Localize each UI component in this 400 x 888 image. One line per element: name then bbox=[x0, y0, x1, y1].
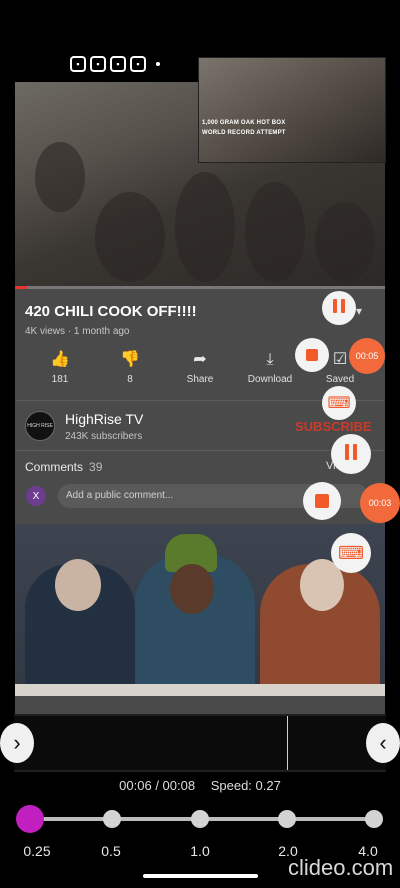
saved-label: Saved bbox=[325, 374, 355, 385]
speed-label: 1.0 bbox=[190, 843, 210, 859]
pause-icon bbox=[331, 298, 347, 318]
table-surface bbox=[15, 684, 385, 696]
pip-caption: WORLD RECORD ATTEMPT bbox=[202, 130, 286, 136]
trim-left-handle[interactable]: › bbox=[0, 723, 34, 763]
notification-icon: ▪ bbox=[110, 56, 126, 72]
notification-icon: ▪ bbox=[70, 56, 86, 72]
speed-stop-0.5[interactable] bbox=[103, 810, 121, 828]
home-indicator[interactable] bbox=[143, 874, 258, 878]
like-count: 181 bbox=[51, 374, 69, 385]
pause-icon bbox=[343, 443, 359, 465]
pause-button[interactable] bbox=[322, 291, 356, 325]
notification-icon: ▪ bbox=[90, 56, 106, 72]
stop-icon bbox=[315, 494, 329, 508]
subscribe-button[interactable]: SUBSCRIBE bbox=[295, 419, 372, 434]
recording-timer: 00:03 bbox=[360, 483, 400, 523]
trim-right-handle[interactable]: ‹ bbox=[366, 723, 400, 763]
video-progress-bar[interactable] bbox=[15, 286, 385, 289]
speed-stop-2.0[interactable] bbox=[278, 810, 296, 828]
watermark: clideo.com bbox=[288, 855, 394, 880]
divider bbox=[15, 450, 385, 451]
chevron-right-icon: › bbox=[13, 730, 21, 755]
speed-stop-4.0[interactable] bbox=[365, 810, 383, 828]
camera-icon: ⌨ bbox=[327, 395, 351, 412]
avatar: X bbox=[26, 486, 46, 506]
time-readout: 00:06 / 00:08 bbox=[119, 778, 196, 793]
share-icon: ➦ bbox=[193, 351, 207, 368]
speed-stop-0.25[interactable] bbox=[16, 805, 44, 833]
speed-label: 0.25 bbox=[23, 843, 51, 859]
channel-logo[interactable]: HIGH RISE bbox=[25, 411, 55, 441]
speed-readout: Speed: 0.27 bbox=[210, 778, 281, 793]
picture-in-picture-video[interactable]: 1,000 GRAM OAK HOT BOX WORLD RECORD ATTE… bbox=[198, 57, 386, 163]
comments-header[interactable]: Comments 39 bbox=[25, 460, 102, 474]
video-title[interactable]: 420 CHILI COOK OFF!!!! bbox=[25, 303, 197, 320]
time-info: 00:06 / 00:08 Speed: 0.27 bbox=[0, 778, 400, 793]
dislike-count: 8 bbox=[127, 374, 133, 385]
like-button[interactable]: 👍 181 bbox=[25, 350, 95, 385]
speed-stop-1.0[interactable] bbox=[191, 810, 209, 828]
stop-icon bbox=[306, 349, 318, 361]
channel-subscribers: 243K subscribers bbox=[65, 431, 143, 442]
download-label: Download bbox=[247, 374, 293, 385]
recording-timer: 00:05 bbox=[349, 338, 385, 374]
comments-label: Comments bbox=[25, 460, 84, 474]
chevron-down-icon[interactable]: ▾ bbox=[356, 304, 362, 318]
secondary-video bbox=[15, 524, 385, 696]
stop-button[interactable] bbox=[295, 338, 329, 372]
speed-label: 0.5 bbox=[101, 843, 121, 859]
thumbs-down-icon: 👎 bbox=[120, 351, 140, 368]
camera-icon: ⌨ bbox=[338, 542, 364, 563]
status-dot bbox=[156, 62, 160, 66]
playhead[interactable] bbox=[287, 716, 288, 770]
video-timeline[interactable] bbox=[14, 714, 386, 772]
channel-name[interactable]: HighRise TV bbox=[65, 411, 143, 427]
video-meta: 4K views · 1 month ago bbox=[25, 326, 130, 337]
pause-button[interactable] bbox=[331, 434, 371, 474]
share-button[interactable]: ➦ Share bbox=[165, 350, 235, 385]
dislike-button[interactable]: 👎 8 bbox=[95, 350, 165, 385]
camera-button[interactable]: ⌨ bbox=[331, 533, 371, 573]
stop-button[interactable] bbox=[303, 482, 341, 520]
thumbs-up-icon: 👍 bbox=[50, 351, 70, 368]
pip-caption: 1,000 GRAM OAK HOT BOX bbox=[202, 120, 286, 126]
notification-icon: ▪ bbox=[130, 56, 146, 72]
camera-button[interactable]: ⌨ bbox=[322, 386, 356, 420]
comments-count: 39 bbox=[89, 460, 103, 474]
status-bar: ▪ ▪ ▪ ▪ bbox=[70, 56, 160, 72]
chevron-left-icon: ‹ bbox=[379, 730, 387, 755]
share-label: Share bbox=[186, 374, 214, 385]
